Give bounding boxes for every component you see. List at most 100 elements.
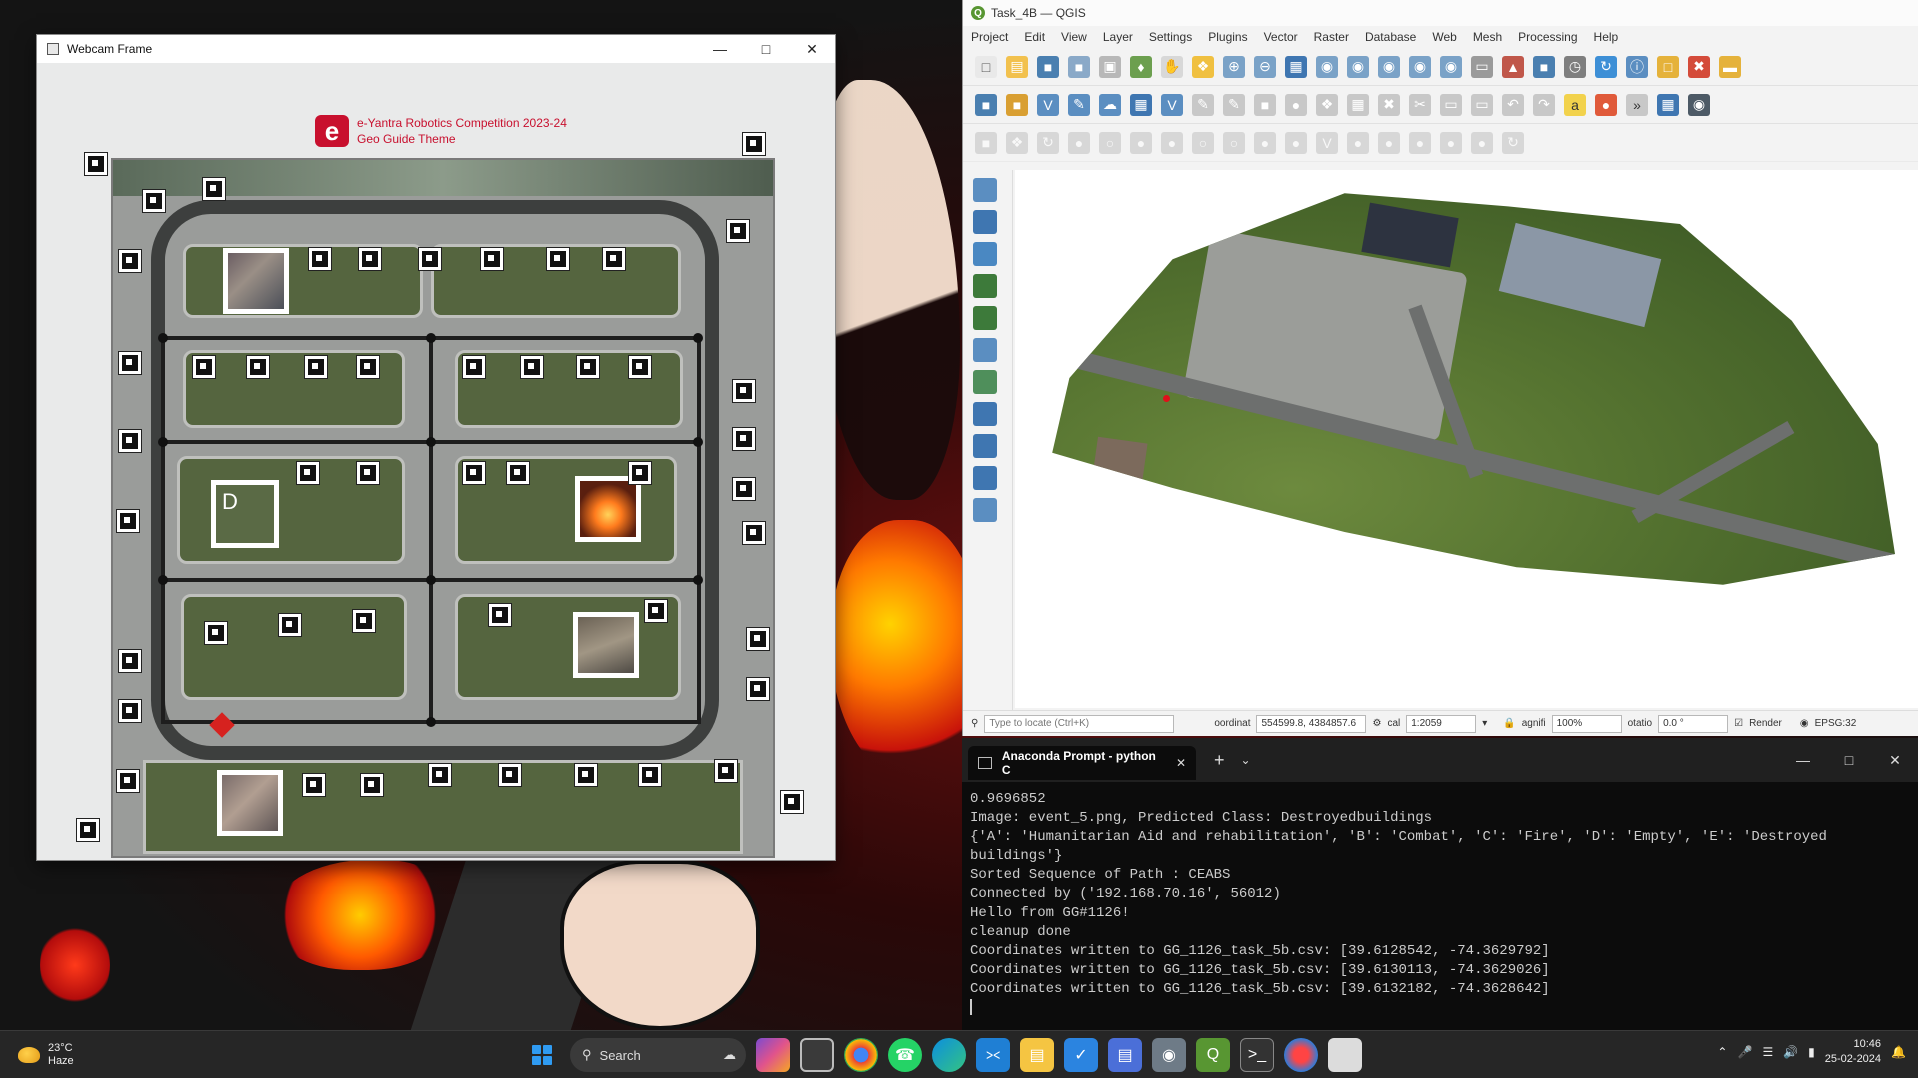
cut-features-icon[interactable]: ✂	[1409, 93, 1431, 116]
task-view-icon[interactable]	[800, 1038, 834, 1072]
advanced-digitize-icon[interactable]: ■	[975, 131, 997, 154]
crs-label[interactable]: EPSG:32	[1815, 718, 1857, 729]
label-tool-icon[interactable]: a	[1564, 93, 1586, 116]
taskbar-search[interactable]: ⚲ Search ☁	[570, 1038, 746, 1072]
camera-icon[interactable]: ◉	[1152, 1038, 1186, 1072]
menu-raster[interactable]: Raster	[1314, 30, 1349, 44]
taskbar-clock[interactable]: 10:46 25-02-2024	[1825, 1037, 1881, 1067]
menu-layer[interactable]: Layer	[1103, 30, 1133, 44]
notification-bell-icon[interactable]: 🔔	[1891, 1045, 1906, 1059]
microphone-icon[interactable]: 🎤	[1737, 1045, 1752, 1059]
pan-to-selection-icon[interactable]: ❖	[1192, 55, 1214, 78]
merge-features-icon[interactable]: ●	[1378, 131, 1400, 154]
save-project-icon[interactable]: ■	[1037, 55, 1059, 78]
render-checkbox-icon[interactable]: ☑	[1734, 718, 1743, 729]
scale-field[interactable]: 1:2059	[1406, 714, 1477, 733]
add-wms-layer-icon[interactable]	[973, 402, 997, 426]
db-manager-icon[interactable]: ▦	[1657, 93, 1679, 116]
paste-features-icon[interactable]: ▭	[1471, 93, 1493, 116]
battery-icon[interactable]: ▮	[1808, 1045, 1815, 1059]
simplify-icon[interactable]: ●	[1068, 131, 1090, 154]
deselect-icon[interactable]: ✖	[1688, 55, 1710, 78]
add-virtual-layer-icon[interactable]	[973, 338, 997, 362]
map-canvas[interactable]	[1015, 170, 1918, 708]
layer-style-icon[interactable]: ●	[1595, 93, 1617, 116]
qgis-window[interactable]: Q Task_4B — QGIS Project Edit View Layer…	[962, 0, 1918, 736]
menu-edit[interactable]: Edit	[1024, 30, 1045, 44]
menu-plugins[interactable]: Plugins	[1208, 30, 1247, 44]
open-project-icon[interactable]: ▤	[1006, 55, 1028, 78]
add-ring-icon[interactable]: ○	[1099, 131, 1121, 154]
move-feature-icon[interactable]: ❖	[1006, 131, 1028, 154]
add-wfs-layer-icon[interactable]	[973, 466, 997, 490]
copy-features-icon[interactable]: ▭	[1440, 93, 1462, 116]
menu-help[interactable]: Help	[1594, 30, 1619, 44]
add-wcs-layer-icon[interactable]	[973, 434, 997, 458]
trim-extend-icon[interactable]: ●	[1471, 131, 1493, 154]
save-edits-icon[interactable]: ■	[1254, 93, 1276, 116]
menu-processing[interactable]: Processing	[1518, 30, 1577, 44]
show-bookmarks-icon[interactable]: ■	[1533, 55, 1555, 78]
add-raster-layer-icon[interactable]	[973, 210, 997, 234]
zoom-in-icon[interactable]: ⊕	[1223, 55, 1245, 78]
menu-mesh[interactable]: Mesh	[1473, 30, 1502, 44]
menu-settings[interactable]: Settings	[1149, 30, 1192, 44]
delete-selected-icon[interactable]: ✖	[1378, 93, 1400, 116]
zoom-next-icon[interactable]: ◉	[1440, 55, 1462, 78]
menu-vector[interactable]: Vector	[1264, 30, 1298, 44]
chevron-up-icon[interactable]: ⌃	[1717, 1045, 1727, 1059]
wifi-icon[interactable]: ☰	[1762, 1045, 1773, 1059]
qgis-titlebar[interactable]: Q Task_4B — QGIS	[963, 0, 1918, 26]
menu-project[interactable]: Project	[971, 30, 1008, 44]
start-button[interactable]	[524, 1037, 560, 1073]
add-spatialite-icon[interactable]	[973, 306, 997, 330]
identify-features-icon[interactable]: ⓘ	[1626, 55, 1648, 78]
whatsapp-icon[interactable]: ☎	[888, 1038, 922, 1072]
webcam-frame-taskbar-icon[interactable]	[1328, 1038, 1362, 1072]
close-tab-icon[interactable]: ✕	[1176, 756, 1186, 770]
webcam-titlebar[interactable]: Webcam Frame — □ ✕	[37, 35, 835, 63]
reshape-icon[interactable]: ●	[1254, 131, 1276, 154]
add-delimited-text-icon[interactable]	[973, 274, 997, 298]
magnifier-field[interactable]: 100%	[1551, 714, 1622, 733]
terminal-tab[interactable]: Anaconda Prompt - python C ✕	[968, 746, 1196, 780]
new-project-icon[interactable]: □	[975, 55, 997, 78]
digitize-icon[interactable]: ✎	[1068, 93, 1090, 116]
edit-pencil-icon[interactable]: ✎	[1223, 93, 1245, 116]
copilot-icon[interactable]	[756, 1038, 790, 1072]
webcam-window[interactable]: Webcam Frame — □ ✕ e e-Yantra Robotics C…	[36, 34, 836, 861]
qgis-taskbar-icon[interactable]: Q	[1196, 1038, 1230, 1072]
zoom-selection-icon[interactable]: ◉	[1316, 55, 1338, 78]
minimize-button[interactable]: —	[1780, 746, 1826, 774]
new-map-view-icon[interactable]: ▭	[1471, 55, 1493, 78]
chevron-down-icon[interactable]: ▾	[1482, 718, 1487, 729]
terminal-output[interactable]: 0.9696852 Image: event_5.png, Predicted …	[962, 782, 1918, 1026]
add-part-icon[interactable]: ●	[1130, 131, 1152, 154]
bookmark-icon[interactable]: ▲	[1502, 55, 1524, 78]
notepad-icon[interactable]: ▤	[1108, 1038, 1142, 1072]
rotation-field[interactable]: 0.0 °	[1658, 714, 1729, 733]
refresh-icon[interactable]: ↻	[1595, 55, 1617, 78]
chrome-icon[interactable]	[844, 1038, 878, 1072]
zoom-out-icon[interactable]: ⊖	[1254, 55, 1276, 78]
maximize-button[interactable]: □	[1826, 746, 1872, 774]
file-explorer-icon[interactable]: ▤	[1020, 1038, 1054, 1072]
edge-icon[interactable]	[932, 1038, 966, 1072]
minimize-button[interactable]: —	[697, 35, 743, 63]
select-features-icon[interactable]: □	[1657, 55, 1679, 78]
more-tools-icon[interactable]: »	[1626, 93, 1648, 116]
zoom-full-icon[interactable]: ▦	[1285, 55, 1307, 78]
menu-database[interactable]: Database	[1365, 30, 1416, 44]
add-mesh-layer-icon[interactable]	[973, 242, 997, 266]
add-postgis-icon[interactable]	[973, 370, 997, 394]
print-layout-icon[interactable]: ▣	[1099, 55, 1121, 78]
python-app-icon[interactable]	[1284, 1038, 1318, 1072]
rotate-feature-icon[interactable]: ↻	[1037, 131, 1059, 154]
crs-globe-icon[interactable]: ◉	[1800, 718, 1809, 729]
rotate-symbols-icon[interactable]: ●	[1440, 131, 1462, 154]
new-layer-icon[interactable]	[973, 498, 997, 522]
add-mesh-icon[interactable]: V	[1161, 93, 1183, 116]
temporal-controller-icon[interactable]: ◷	[1564, 55, 1586, 78]
undo-icon[interactable]: ↶	[1502, 93, 1524, 116]
vertex-tool-icon[interactable]: ❖	[1316, 93, 1338, 116]
